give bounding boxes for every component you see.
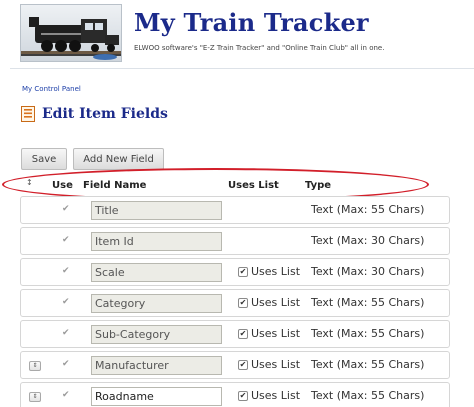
header-divider xyxy=(10,68,474,69)
use-checkbox[interactable]: ✔ xyxy=(62,359,70,369)
add-new-field-button[interactable]: Add New Field xyxy=(73,148,164,170)
field-name-input[interactable]: Scale xyxy=(91,263,222,282)
uses-list-checkbox[interactable]: ✔ xyxy=(238,390,248,401)
table-row: ✔ Scale ✔ Uses List Text (Max: 30 Chars) xyxy=(20,258,450,286)
uses-list-option[interactable]: ✔ Uses List xyxy=(238,265,300,278)
field-type: Text (Max: 55 Chars) xyxy=(311,358,425,371)
uses-list-label: Uses List xyxy=(251,358,301,371)
use-checkbox[interactable]: ✔ xyxy=(62,235,70,245)
breadcrumb-control-panel[interactable]: My Control Panel xyxy=(22,85,81,93)
uses-list-checkbox[interactable]: ✔ xyxy=(238,297,248,308)
sort-handle-icon: ↕ xyxy=(26,178,33,187)
column-field-name: Field Name xyxy=(83,180,147,191)
field-type: Text (Max: 30 Chars) xyxy=(311,265,425,278)
field-type: Text (Max: 30 Chars) xyxy=(311,234,425,247)
use-checkbox[interactable]: ✔ xyxy=(62,390,70,400)
site-header: My Train Tracker ELWOO software's "E-Z T… xyxy=(0,0,474,64)
table-row: ✔ Title Text (Max: 55 Chars) xyxy=(20,196,450,224)
field-type: Text (Max: 55 Chars) xyxy=(311,327,425,340)
locomotive-logo[interactable] xyxy=(20,4,122,62)
table-header: ↕ Use Field Name Uses List Type xyxy=(20,176,460,196)
field-name-input[interactable]: Category xyxy=(91,294,222,313)
uses-list-option[interactable]: ✔ Uses List xyxy=(238,327,300,340)
table-row: ✔ Sub-Category ✔ Uses List Text (Max: 55… xyxy=(20,320,450,348)
column-type: Type xyxy=(305,180,332,191)
site-tagline: ELWOO software's "E-Z Train Tracker" and… xyxy=(134,44,385,52)
uses-list-option[interactable]: ✔ Uses List xyxy=(238,389,300,402)
field-type: Text (Max: 55 Chars) xyxy=(311,296,425,309)
drag-handle-icon[interactable]: ⇕ xyxy=(29,392,41,402)
uses-list-option[interactable]: ✔ Uses List xyxy=(238,296,300,309)
table-row: ✔ Category ✔ Uses List Text (Max: 55 Cha… xyxy=(20,289,450,317)
page-title: Edit Item Fields xyxy=(42,106,168,122)
field-type: Text (Max: 55 Chars) xyxy=(311,389,425,402)
field-name-input[interactable]: Item Id xyxy=(91,232,222,251)
use-checkbox[interactable]: ✔ xyxy=(62,204,70,214)
uses-list-checkbox[interactable]: ✔ xyxy=(238,328,248,339)
use-checkbox[interactable]: ✔ xyxy=(62,266,70,276)
uses-list-label: Uses List xyxy=(251,389,301,402)
uses-list-checkbox[interactable]: ✔ xyxy=(238,359,248,370)
use-checkbox[interactable]: ✔ xyxy=(62,328,70,338)
table-row: ⇕ ✔ Manufacturer ✔ Uses List Text (Max: … xyxy=(20,351,450,379)
column-uses-list: Uses List xyxy=(228,180,279,191)
uses-list-label: Uses List xyxy=(251,296,301,309)
field-type: Text (Max: 55 Chars) xyxy=(311,203,425,216)
uses-list-label: Uses List xyxy=(251,327,301,340)
field-name-input[interactable]: Manufacturer xyxy=(91,356,222,375)
locomotive-icon xyxy=(21,17,121,60)
column-use: Use xyxy=(52,180,73,191)
drag-handle-icon[interactable]: ⇕ xyxy=(29,361,41,371)
site-title: My Train Tracker xyxy=(134,8,369,37)
uses-list-option[interactable]: ✔ Uses List xyxy=(238,358,300,371)
uses-list-label: Uses List xyxy=(251,265,301,278)
field-name-input[interactable]: Title xyxy=(91,201,222,220)
field-name-input[interactable]: Sub-Category xyxy=(91,325,222,344)
table-row: ✔ Item Id Text (Max: 30 Chars) xyxy=(20,227,450,255)
uses-list-checkbox[interactable]: ✔ xyxy=(238,266,248,277)
table-row: ⇕ ✔ Roadname ✔ Uses List Text (Max: 55 C… xyxy=(20,382,450,407)
save-button[interactable]: Save xyxy=(21,148,67,170)
use-checkbox[interactable]: ✔ xyxy=(62,297,70,307)
field-name-input[interactable]: Roadname xyxy=(91,387,222,406)
list-icon xyxy=(21,106,35,122)
